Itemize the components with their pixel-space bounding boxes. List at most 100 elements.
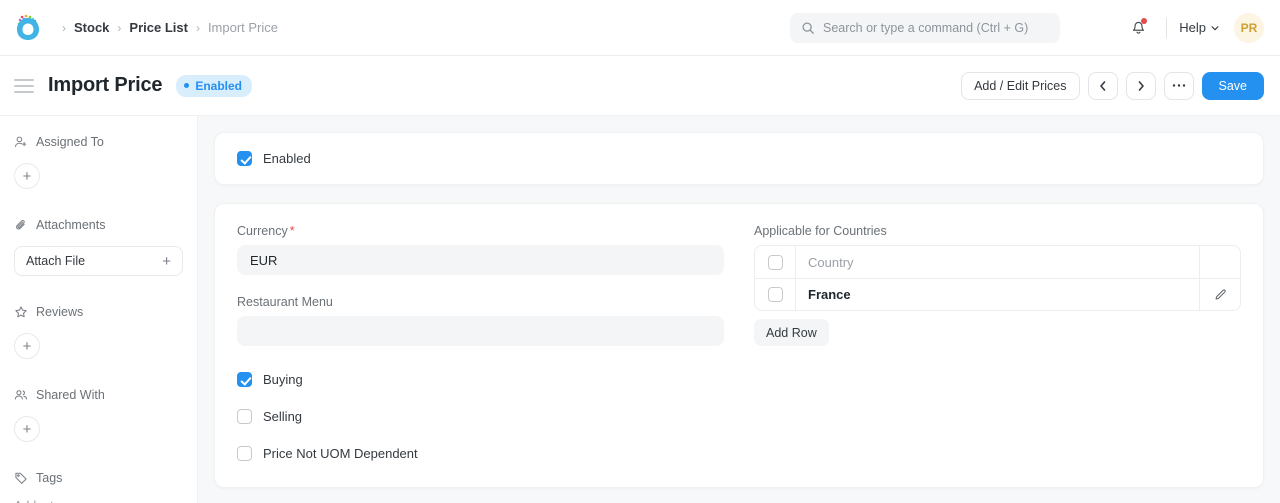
sidebar-spacer: [14, 195, 183, 213]
enabled-checkbox[interactable]: [237, 151, 252, 166]
sidebar-section-assigned-to: Assigned To +: [14, 130, 183, 189]
help-menu[interactable]: Help: [1179, 20, 1220, 35]
restaurant-menu-input[interactable]: [237, 316, 724, 346]
currency-input[interactable]: EUR: [237, 245, 724, 275]
chevron-down-icon: [1210, 23, 1220, 33]
sidebar-label-reviews: Reviews: [36, 305, 83, 319]
hamburger-line: [14, 85, 34, 87]
buying-checkbox-label[interactable]: Buying: [263, 372, 303, 387]
selling-checkbox-row[interactable]: Selling: [237, 409, 724, 424]
search-icon: [801, 21, 815, 35]
hamburger-icon[interactable]: [14, 79, 34, 93]
select-all-cell[interactable]: [755, 246, 796, 278]
selling-checkbox-label[interactable]: Selling: [263, 409, 302, 424]
enabled-card: Enabled: [214, 132, 1264, 185]
status-badge-label: Enabled: [195, 79, 242, 93]
row-checkbox[interactable]: [768, 287, 783, 302]
help-label: Help: [1179, 20, 1206, 35]
sidebar-section-reviews: Reviews +: [14, 300, 183, 359]
page-header: Import Price Enabled Add / Edit Prices: [0, 56, 1280, 116]
add-tag-input[interactable]: Add a tag ...: [14, 499, 183, 503]
breadcrumb-separator-2: ›: [196, 22, 200, 34]
attach-file-button[interactable]: Attach File +: [14, 246, 183, 276]
restaurant-menu-label: Restaurant Menu: [237, 295, 724, 309]
sidebar-section-header: Shared With: [14, 383, 183, 407]
breadcrumb-separator-0: ›: [62, 22, 66, 34]
status-badge[interactable]: Enabled: [176, 75, 252, 97]
enabled-checkbox-row[interactable]: Enabled: [237, 151, 1241, 166]
buying-checkbox[interactable]: [237, 372, 252, 387]
sidebar-spacer: [14, 282, 183, 300]
details-card: Currency* EUR Restaurant Menu Buying: [214, 203, 1264, 488]
add-row-button[interactable]: Add Row: [754, 319, 829, 346]
add-review-button[interactable]: +: [14, 333, 40, 359]
save-button[interactable]: Save: [1202, 72, 1265, 100]
avatar[interactable]: PR: [1234, 13, 1264, 43]
currency-label: Currency*: [237, 224, 724, 238]
form-column-left: Currency* EUR Restaurant Menu Buying: [237, 224, 724, 461]
prev-record-button[interactable]: [1088, 72, 1118, 100]
breadcrumb-item-stock[interactable]: Stock: [74, 20, 109, 35]
sidebar-label-tags: Tags: [36, 471, 62, 485]
notification-badge-dot: [1141, 18, 1147, 24]
plus-icon: +: [162, 253, 171, 270]
search-placeholder: Search or type a command (Ctrl + G): [823, 21, 1028, 35]
required-asterisk: *: [290, 224, 295, 238]
next-record-button[interactable]: [1126, 72, 1156, 100]
enabled-checkbox-label[interactable]: Enabled: [263, 151, 311, 166]
sidebar-section-attachments: Attachments Attach File +: [14, 213, 183, 276]
more-options-button[interactable]: [1164, 72, 1194, 100]
sidebar-label-shared-with: Shared With: [36, 388, 105, 402]
sidebar-section-header: Attachments: [14, 213, 183, 237]
row-select-cell[interactable]: [755, 279, 796, 310]
field-currency: Currency* EUR: [237, 224, 724, 275]
cell-country[interactable]: France: [796, 279, 1199, 310]
select-all-checkbox[interactable]: [768, 255, 783, 270]
sidebar-label-assigned-to: Assigned To: [36, 135, 104, 149]
add-assignment-button[interactable]: +: [14, 163, 40, 189]
breadcrumb: › Stock › Price List › Import Price: [54, 20, 278, 35]
buying-checkbox-row[interactable]: Buying: [237, 372, 724, 387]
left-checkbox-group: Buying Selling Price Not UOM Dependent: [237, 372, 724, 461]
edit-row-button[interactable]: [1199, 279, 1240, 310]
form-column-right: Applicable for Countries Country Franc: [754, 224, 1241, 461]
breadcrumb-item-price-list[interactable]: Price List: [129, 20, 188, 35]
form-content: Enabled Currency* EUR Restaurant Menu: [198, 116, 1280, 503]
hamburger-line: [14, 79, 34, 81]
page-title: Import Price: [48, 74, 162, 97]
add-share-button[interactable]: +: [14, 416, 40, 442]
price-not-uom-dependent-checkbox-row[interactable]: Price Not UOM Dependent: [237, 446, 724, 461]
add-edit-prices-button[interactable]: Add / Edit Prices: [961, 72, 1079, 100]
applicable-countries-label: Applicable for Countries: [754, 224, 1241, 238]
users-icon: [14, 388, 28, 402]
field-restaurant-menu: Restaurant Menu: [237, 295, 724, 346]
breadcrumb-item-import-price: Import Price: [208, 20, 278, 35]
navbar-divider: [1166, 18, 1167, 38]
tag-icon: [14, 471, 28, 485]
sidebar-section-header: Reviews: [14, 300, 183, 324]
frappe-logo-icon[interactable]: [12, 12, 44, 44]
breadcrumb-separator-1: ›: [117, 22, 121, 34]
price-not-uom-dependent-checkbox-label[interactable]: Price Not UOM Dependent: [263, 446, 418, 461]
selling-checkbox[interactable]: [237, 409, 252, 424]
sidebar-section-tags: Tags Add a tag ...: [14, 466, 183, 503]
ellipsis-icon: [1172, 83, 1186, 88]
sidebar-label-attachments: Attachments: [36, 218, 105, 232]
table-row[interactable]: France: [755, 278, 1240, 310]
star-icon: [14, 305, 28, 319]
sidebar-section-shared-with: Shared With +: [14, 383, 183, 442]
currency-label-text: Currency: [237, 224, 288, 238]
pencil-icon: [1214, 288, 1227, 301]
notifications-button[interactable]: [1122, 12, 1154, 44]
page-actions: Add / Edit Prices Save: [961, 72, 1264, 100]
sidebar-spacer: [14, 448, 183, 466]
paperclip-icon: [14, 218, 28, 232]
top-navbar: › Stock › Price List › Import Price Sear…: [0, 0, 1280, 56]
column-header-country: Country: [796, 246, 1199, 278]
countries-grid-header: Country: [755, 246, 1240, 278]
countries-grid: Country France: [754, 245, 1241, 311]
price-not-uom-dependent-checkbox[interactable]: [237, 446, 252, 461]
search-input[interactable]: Search or type a command (Ctrl + G): [790, 13, 1060, 43]
chevron-left-icon: [1097, 80, 1109, 92]
form-sidebar: Assigned To + Attachments Attach File +: [0, 116, 198, 503]
